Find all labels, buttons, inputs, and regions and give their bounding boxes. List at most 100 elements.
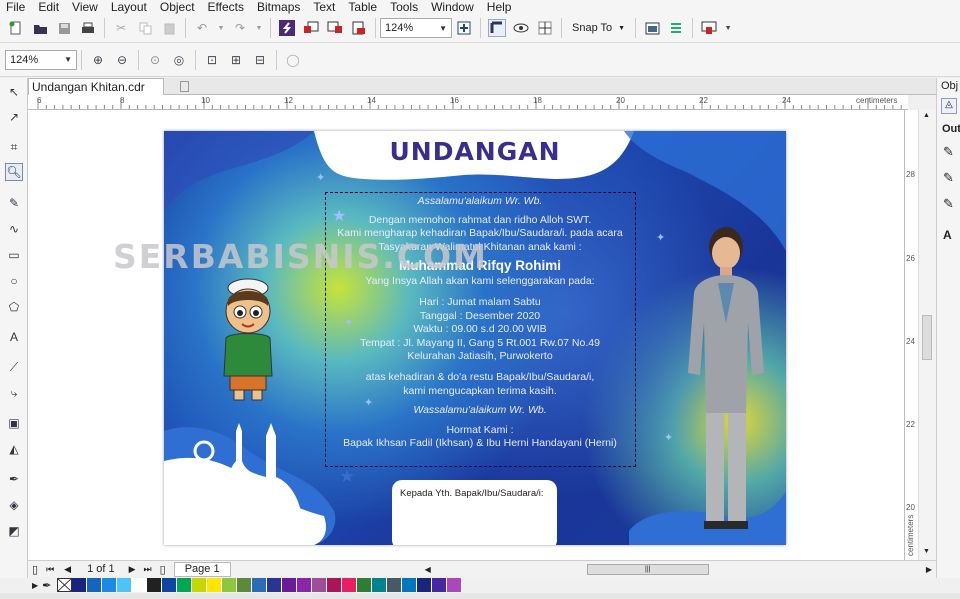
add-page-icon[interactable]: ▯ [32,563,38,576]
import-icon[interactable] [302,19,320,37]
pick-tool-icon[interactable]: ↖ [5,83,23,101]
next-page-icon[interactable]: ▶ [129,564,136,575]
text-tool-icon[interactable]: A [5,328,23,346]
show-guidelines-icon[interactable] [536,19,554,37]
menu-object[interactable]: Object [160,0,195,14]
color-swatch[interactable] [372,578,388,592]
launcher-dropdown-icon[interactable]: ▼ [724,19,732,37]
menu-effects[interactable]: Effects [208,0,244,14]
eyedropper-icon[interactable]: ✒ [42,579,51,592]
snap-to-dropdown[interactable]: Snap To ▼ [572,22,625,34]
open-folder-icon[interactable] [31,19,49,37]
show-grid-icon[interactable] [512,19,530,37]
scroll-down-icon[interactable]: ▼ [923,548,930,555]
undo-dropdown-icon[interactable]: ▼ [217,19,225,37]
horizontal-scrollbar[interactable]: ||| [437,563,922,575]
mouse-wheel-zoom-icon[interactable]: ◯ [284,51,302,69]
artistic-media-tool-icon[interactable]: ∿ [5,220,23,238]
undo-icon[interactable]: ↶ [193,19,211,37]
color-swatch[interactable] [132,578,148,592]
color-swatch[interactable] [432,578,448,592]
scroll-left-icon[interactable]: ◀ [425,565,431,574]
menu-text[interactable]: Text [313,0,335,14]
zoom-to-page-height-icon[interactable]: ⊟ [251,51,269,69]
ellipse-tool-icon[interactable]: ○ [5,272,23,290]
publish-pdf-icon[interactable] [350,19,368,37]
parallel-dimension-tool-icon[interactable]: ⟋ [5,358,23,376]
last-page-icon[interactable]: ⏭ [144,564,152,575]
page-tab[interactable]: Page 1 [173,561,231,577]
polygon-tool-icon[interactable]: ⬠ [5,298,23,316]
menu-table[interactable]: Table [348,0,377,14]
color-swatch[interactable] [177,578,193,592]
color-swatch[interactable] [237,578,253,592]
welcome-screen-icon[interactable] [643,19,661,37]
color-swatch[interactable] [252,578,268,592]
color-swatch[interactable] [162,578,178,592]
color-swatch[interactable] [312,578,328,592]
color-swatch[interactable] [267,578,283,592]
copy-icon[interactable] [136,19,154,37]
redo-icon[interactable]: ↷ [231,19,249,37]
menu-view[interactable]: View [72,0,98,14]
tab-undangan-khitan[interactable]: Undangan Khitan.cdr [28,78,164,95]
crop-tool-icon[interactable]: ⌗ [5,138,23,156]
color-swatch[interactable] [117,578,133,592]
no-color-swatch[interactable] [57,578,73,592]
interactive-fill-tool-icon[interactable]: ◈ [5,496,23,514]
menu-file[interactable]: File [6,0,25,14]
print-icon[interactable] [79,19,97,37]
connector-tool-icon[interactable]: ⤷ [5,384,23,402]
docker-title[interactable]: Obj [941,80,958,92]
scroll-up-icon[interactable]: ▲ [923,112,930,119]
pen-icon[interactable]: ✎ [943,196,954,212]
color-swatch[interactable] [402,578,418,592]
vertical-ruler[interactable]: 28 26 24 22 20 centimeters [904,110,918,560]
redo-dropdown-icon[interactable]: ▼ [255,19,263,37]
vertical-scrollbar[interactable]: ▲ ▼ [918,110,936,560]
pen-icon[interactable]: ✎ [943,144,954,160]
color-swatch[interactable] [297,578,313,592]
drop-shadow-tool-icon[interactable]: ▣ [5,414,23,432]
invitation-card[interactable]: ✦ ★ ✦ ✦ ★ ✦ ✦ UNDANGAN Assalamu'alaikum … [164,131,786,545]
menu-edit[interactable]: Edit [38,0,59,14]
freehand-tool-icon[interactable]: ✎ [5,194,23,212]
color-swatch[interactable] [342,578,358,592]
zoom-level-select[interactable]: 124% ▼ [380,18,452,38]
text-properties-icon[interactable]: A [943,228,952,242]
palette-scroll-icon[interactable]: ▶ [32,581,38,590]
color-swatch[interactable] [207,578,223,592]
new-tab-icon[interactable] [180,81,189,92]
application-launcher-icon[interactable] [700,19,718,37]
zoom-tool-icon[interactable]: 🔍︎ [5,163,23,181]
export-icon[interactable] [326,19,344,37]
menu-help[interactable]: Help [487,0,512,14]
zoom-out-icon[interactable]: ⊖ [113,51,131,69]
color-swatch[interactable] [102,578,118,592]
color-swatch[interactable] [327,578,343,592]
zoom-to-page-width-icon[interactable]: ⊞ [227,51,245,69]
color-eyedropper-tool-icon[interactable]: ✒ [5,470,23,488]
zoom-to-selected-icon[interactable]: ⊙ [146,51,164,69]
options-icon[interactable] [667,19,685,37]
color-swatch[interactable] [87,578,103,592]
horizontal-scroll-thumb[interactable]: ||| [586,563,709,575]
invitation-body[interactable]: Assalamu'alaikum Wr. Wb. Dengan memohon … [325,195,635,451]
color-swatch[interactable] [417,578,433,592]
shape-tool-icon[interactable]: ↗ [5,108,23,126]
color-swatch[interactable] [357,578,373,592]
transparency-tool-icon[interactable]: ◭ [5,440,23,458]
fill-icon[interactable]: ◬ [941,98,957,114]
menu-window[interactable]: Window [431,0,474,14]
drawing-canvas[interactable]: ✦ ★ ✦ ✦ ★ ✦ ✦ UNDANGAN Assalamu'alaikum … [28,110,904,560]
color-swatch[interactable] [387,578,403,592]
color-swatch[interactable] [222,578,238,592]
rectangle-tool-icon[interactable]: ▭ [5,246,23,264]
zoom-to-all-objects-icon[interactable]: ◎ [170,51,188,69]
menu-bitmaps[interactable]: Bitmaps [257,0,300,14]
recipient-box[interactable]: Kepada Yth. Bapak/Ibu/Saudara/i: [392,480,557,545]
color-swatch[interactable] [447,578,463,592]
scroll-right-icon[interactable]: ▶ [926,565,932,574]
horizontal-ruler[interactable]: 6 8 10 12 14 16 18 20 22 24 centimeters [28,95,908,110]
color-swatch[interactable] [192,578,208,592]
